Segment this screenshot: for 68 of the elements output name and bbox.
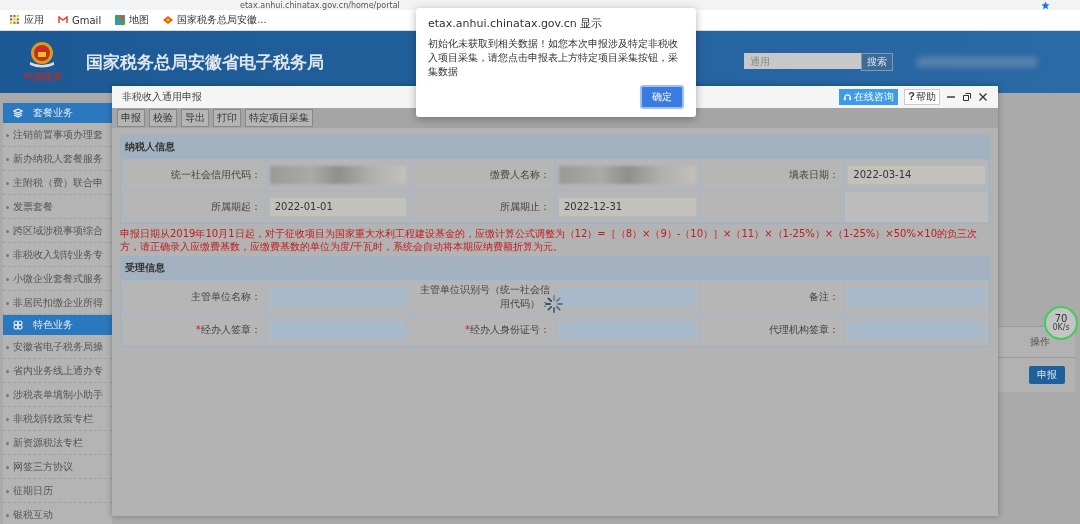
input-field[interactable] bbox=[559, 288, 696, 306]
help-button[interactable]: ?帮助 bbox=[904, 89, 940, 105]
circles-icon bbox=[13, 320, 23, 330]
address-bar[interactable]: etax.anhui.chinatax.gov.cn/home/portal bbox=[240, 0, 400, 10]
sidebar-item[interactable]: 征期日历 bbox=[3, 479, 112, 503]
bookmark[interactable]: 国家税务总局安徽... bbox=[163, 13, 267, 27]
alert-title: etax.anhui.chinatax.gov.cn 显示 bbox=[428, 16, 604, 31]
sidebar-section-header[interactable]: 套餐业务 bbox=[3, 103, 112, 123]
emblem-icon bbox=[27, 40, 57, 70]
input-field[interactable]: 2022-03-14 bbox=[848, 166, 985, 184]
close-icon[interactable] bbox=[978, 92, 988, 102]
sidebar-item[interactable]: 非税收入划转业务专 bbox=[3, 243, 112, 267]
toolbar-button[interactable]: 校验 bbox=[149, 109, 177, 127]
field-label: *经办人身份证号： bbox=[465, 323, 550, 337]
sidebar-section-header[interactable]: 特色业务 bbox=[3, 315, 112, 335]
site-title: 国家税务总局安徽省电子税务局 bbox=[86, 50, 324, 74]
alert-message: 初始化未获取到相关数据！如您本次申报涉及特定非税收入项目采集，请您点击申报表上方特定项目采集按钮，采集数据 bbox=[428, 37, 679, 79]
apps-grid-icon bbox=[10, 15, 20, 25]
sidebar-item[interactable]: 新办纳税人套餐服务 bbox=[3, 147, 112, 171]
toolbar-button[interactable]: 特定项目采集 bbox=[245, 109, 313, 127]
sidebar-item[interactable]: 发票套餐 bbox=[3, 195, 112, 219]
layers-icon bbox=[13, 108, 23, 118]
online-consult-button[interactable]: 在线咨询 bbox=[839, 89, 899, 105]
section-header: 纳税人信息 bbox=[121, 136, 989, 159]
field-label: 所属期起： bbox=[210, 200, 261, 214]
toolbar-button[interactable]: 申报 bbox=[117, 109, 145, 127]
modal-title: 非税收入通用申报 bbox=[122, 90, 202, 104]
logo-text: 中国税务 bbox=[22, 70, 62, 84]
bookmark[interactable]: 应用 bbox=[10, 13, 44, 27]
sidebar-item[interactable]: 非税划转政策专栏 bbox=[3, 407, 112, 431]
bookmark[interactable]: 地图 bbox=[115, 13, 150, 27]
toolbar-button[interactable]: 导出 bbox=[181, 109, 209, 127]
notice-text: 申报日期从2019年10月1日起，对于征收项目为国家重大水利工程建设基金的，应缴计算公式调整为（12）=［（8）×（9）-（10）］×（11）×（1-25%）×（1-25%）×50%×10的负三次方，请正确录入应缴费基数，应缴费基数的单位为度/千瓦时，系统会自动将本期应纳费额折算为元。 bbox=[120, 227, 979, 254]
sidebar-item[interactable]: 网签三方协议 bbox=[3, 455, 112, 479]
sidebar-item[interactable]: 新资源税法专栏 bbox=[3, 431, 112, 455]
field-label: 主管单位名称： bbox=[190, 290, 261, 304]
sidebar-item[interactable]: 涉税表单填制小助手 bbox=[3, 383, 112, 407]
field-label: 统一社会信用代码： bbox=[170, 168, 261, 182]
map-icon bbox=[115, 15, 126, 25]
sidebar-item[interactable]: 主附税（费）联合申 bbox=[3, 171, 112, 195]
bookmark[interactable]: Gmail bbox=[58, 14, 102, 26]
confirm-button[interactable]: 确定 bbox=[640, 85, 684, 109]
field-label: 缴费人名称： bbox=[490, 168, 550, 182]
field-label: 代理机构签章： bbox=[769, 323, 840, 337]
field-label: *经办人签章： bbox=[195, 323, 261, 337]
mail-icon bbox=[58, 15, 68, 25]
sidebar-item[interactable]: 小微企业套餐式服务 bbox=[3, 267, 112, 291]
declare-button[interactable]: 申报 bbox=[1029, 366, 1065, 384]
loading-spinner-icon bbox=[544, 294, 564, 314]
field-label: 填表日期： bbox=[789, 168, 840, 182]
sidebar-item[interactable]: 安徽省电子税务局操 bbox=[3, 335, 112, 359]
star-icon[interactable] bbox=[1041, 0, 1050, 10]
section-header: 受理信息 bbox=[121, 257, 989, 280]
sidebar-item[interactable]: 跨区域涉税事项综合 bbox=[3, 219, 112, 243]
headset-icon bbox=[843, 92, 853, 102]
toolbar-button[interactable]: 打印 bbox=[213, 109, 241, 127]
search-button[interactable]: 搜索 bbox=[861, 53, 893, 71]
input-field[interactable]: 2022-01-01 bbox=[269, 198, 407, 216]
field-label: 所属期止： bbox=[500, 200, 550, 214]
sidebar-item[interactable]: 注销前置事项办理套 bbox=[3, 123, 112, 147]
sidebar-item[interactable]: 银税互动 bbox=[3, 503, 112, 524]
field-label: 备注： bbox=[809, 290, 840, 304]
sidebar-item[interactable]: 省内业务线上通办专 bbox=[3, 359, 112, 383]
input-field[interactable]: 2022-12-31 bbox=[559, 198, 696, 216]
maximize-icon[interactable] bbox=[962, 92, 972, 102]
field-label: 主管单位识别号（统一社会信用代码）： bbox=[419, 283, 550, 311]
sidebar-item[interactable]: 非居民扣缴企业所得 bbox=[3, 291, 112, 315]
diamond-icon bbox=[163, 15, 174, 25]
